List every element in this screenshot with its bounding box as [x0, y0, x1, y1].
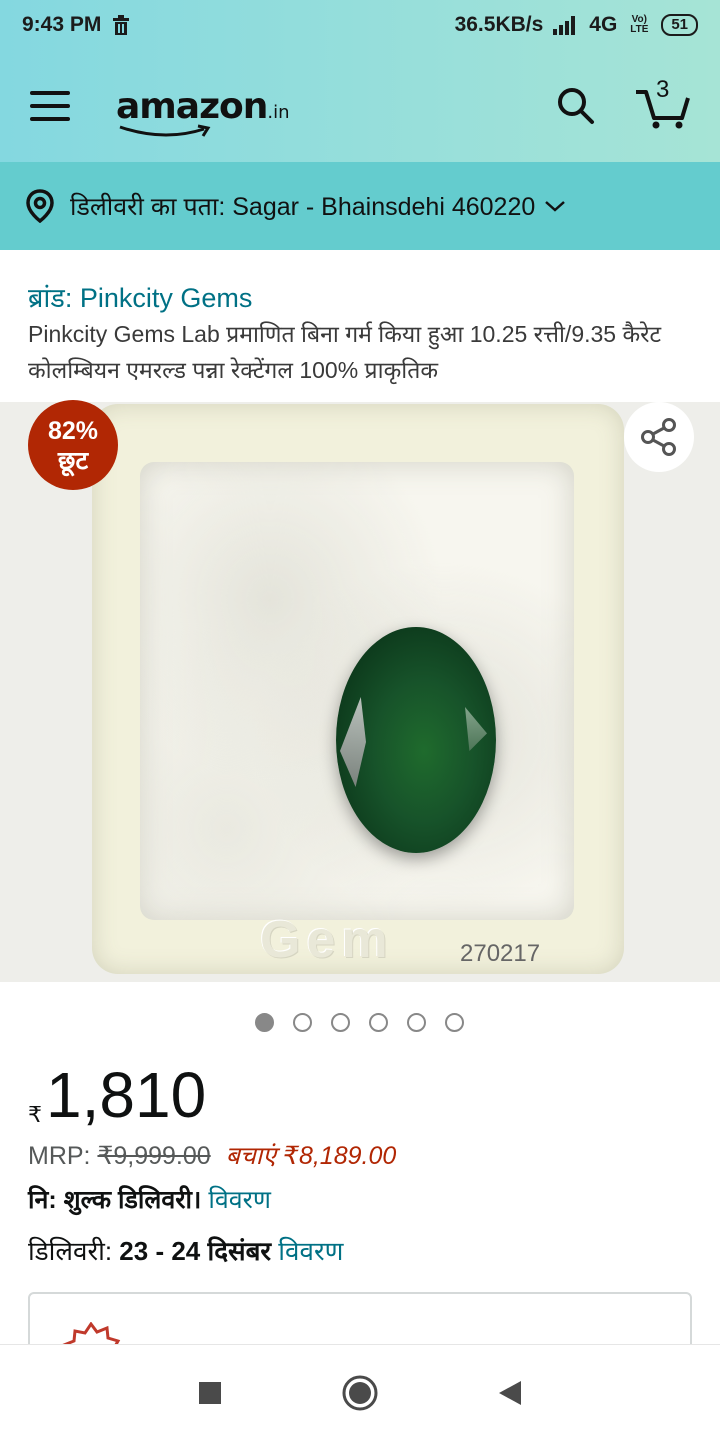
- hamburger-icon[interactable]: [30, 91, 70, 121]
- app-header: amazon.in 3: [0, 50, 720, 162]
- mrp-value: ₹9,999.00: [97, 1142, 211, 1170]
- mrp-line: MRP: ₹9,999.00 बचाएं ₹8,189.00: [28, 1138, 396, 1172]
- search-icon[interactable]: [554, 84, 598, 128]
- brand-link[interactable]: ब्रांड: Pinkcity Gems: [28, 278, 252, 315]
- logo-smile-icon: [119, 124, 211, 137]
- logo-tld: .in: [267, 101, 290, 123]
- discount-word: छूट: [57, 447, 89, 475]
- share-button[interactable]: [624, 402, 694, 472]
- carousel-dot[interactable]: [407, 1013, 426, 1032]
- box-serial: 270217: [460, 940, 541, 967]
- price-amount: 1,810: [46, 1059, 207, 1131]
- net-speed: 36.5KB/s: [454, 13, 544, 36]
- system-nav-bar: [0, 1344, 720, 1440]
- carousel-indicator: [255, 1013, 464, 1032]
- circle-icon[interactable]: [340, 1373, 380, 1413]
- signal-icon: [553, 16, 576, 35]
- amazon-logo[interactable]: amazon.in: [116, 85, 290, 137]
- volte-indicator: Vo) LTE: [630, 14, 649, 35]
- status-time: 9:43 PM: [22, 13, 102, 36]
- box-emboss: Gem: [260, 911, 394, 969]
- price: ₹ 1,810: [28, 1058, 206, 1132]
- battery-indicator: 51: [661, 14, 698, 36]
- delivery-location-bar[interactable]: डिलीवरी का पता: Sagar - Bhainsdehi 46022…: [0, 162, 720, 250]
- carousel-dot[interactable]: [331, 1013, 350, 1032]
- trash-icon: [113, 15, 130, 35]
- product-image-carousel[interactable]: Gem 270217: [0, 402, 720, 982]
- delivery-label: डिलिवरी:: [28, 1236, 113, 1266]
- carousel-dot[interactable]: [255, 1013, 274, 1032]
- square-icon[interactable]: [190, 1373, 230, 1413]
- discount-percent: 82%: [47, 417, 99, 445]
- triangle-back-icon[interactable]: [490, 1373, 530, 1413]
- product-title: Pinkcity Gems Lab प्रमाणित बिना गर्म किय…: [28, 321, 662, 383]
- delivery-date-line: डिलिवरी: 23 - 24 दिसंबर विवरण: [28, 1232, 343, 1268]
- savings-text: बचाएं ₹8,189.00: [225, 1142, 397, 1170]
- chevron-down-icon: [545, 201, 566, 212]
- mrp-label: MRP:: [28, 1142, 91, 1170]
- carousel-dot[interactable]: [369, 1013, 388, 1032]
- cart-count: 3: [656, 76, 670, 103]
- cart-icon[interactable]: 3: [634, 76, 690, 129]
- logo-text: amazon: [116, 85, 268, 127]
- free-delivery-details-link[interactable]: विवरण: [208, 1186, 271, 1214]
- share-icon: [641, 418, 676, 456]
- delivery-details-link[interactable]: विवरण: [278, 1236, 343, 1266]
- carousel-dot[interactable]: [445, 1013, 464, 1032]
- location-pin-icon: [26, 189, 54, 223]
- free-delivery-line: नि: शुल्क डिलिवरी। विवरण: [28, 1182, 271, 1216]
- discount-badge: 82% छूट: [28, 400, 118, 490]
- network-type: 4G: [589, 13, 618, 36]
- free-delivery-text: नि: शुल्क डिलिवरी।: [28, 1186, 202, 1214]
- carousel-dot[interactable]: [293, 1013, 312, 1032]
- status-bar: 9:43 PM 36.5KB/s 4G Vo) LTE 51: [0, 0, 720, 50]
- delivery-location-label: डिलीवरी का पता: Sagar - Bhainsdehi 46022…: [70, 193, 536, 221]
- gem-box-image: Gem 270217: [92, 404, 624, 974]
- delivery-date: 23 - 24 दिसंबर: [119, 1236, 272, 1266]
- currency-symbol: ₹: [28, 1102, 42, 1127]
